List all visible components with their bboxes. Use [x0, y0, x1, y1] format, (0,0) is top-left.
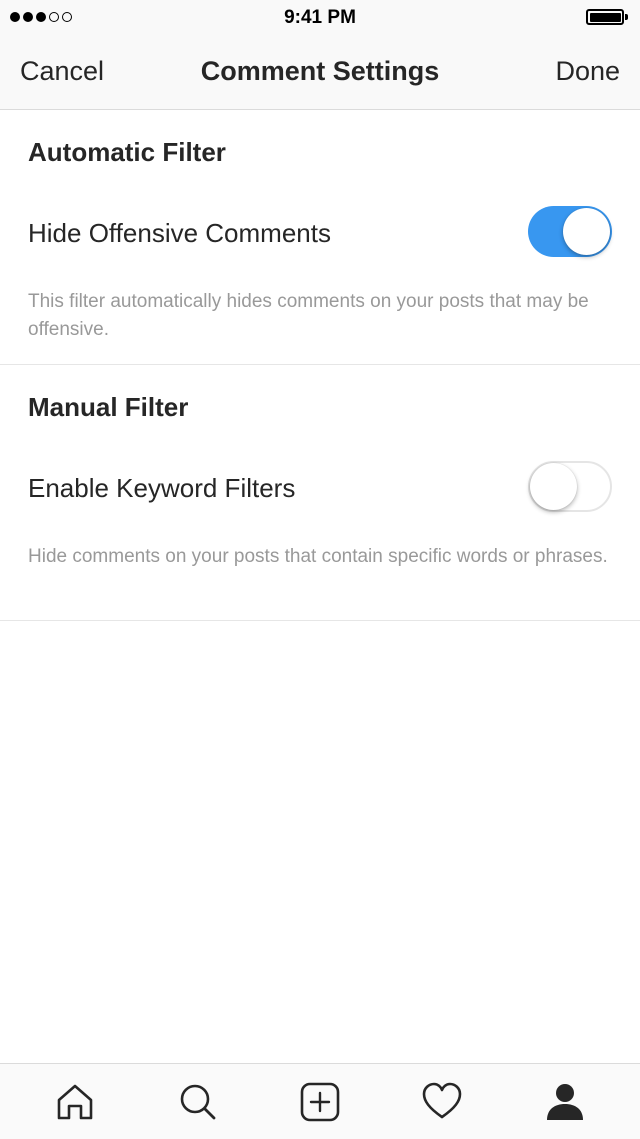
- navigation-bar: Cancel Comment Settings Done: [0, 36, 640, 110]
- toggle-knob: [563, 208, 610, 255]
- profile-icon: [546, 1083, 583, 1120]
- heart-icon: [423, 1082, 462, 1118]
- automatic-filter-section: Automatic Filter Hide Offensive Comments…: [0, 110, 640, 365]
- search-icon: [180, 1084, 215, 1119]
- automatic-filter-description: This filter automatically hides comments…: [28, 291, 589, 340]
- manual-filter-section: Manual Filter Enable Keyword Filters Hid…: [0, 365, 640, 621]
- manual-filter-description: Hide comments on your posts that contain…: [28, 546, 608, 567]
- enable-keyword-filters-label: Enable Keyword Filters: [28, 473, 296, 503]
- done-button[interactable]: Done: [555, 56, 620, 87]
- enable-keyword-filters-toggle[interactable]: [528, 461, 612, 512]
- status-time: 9:41 PM: [284, 7, 356, 28]
- cancel-button[interactable]: Cancel: [20, 56, 104, 87]
- section-title-manual-filter: Manual Filter: [28, 392, 189, 422]
- add-post-icon: [300, 1082, 340, 1121]
- hide-offensive-comments-label: Hide Offensive Comments: [28, 218, 331, 248]
- hide-offensive-comments-toggle[interactable]: [528, 206, 612, 257]
- tab-activity[interactable]: [402, 1072, 482, 1132]
- tab-bar: [0, 1063, 640, 1139]
- status-bar: 9:41 PM: [0, 0, 640, 36]
- toggle-knob: [530, 463, 577, 510]
- home-icon: [57, 1084, 93, 1119]
- tab-home[interactable]: [35, 1072, 115, 1132]
- battery-icon: [586, 9, 628, 25]
- tab-add-post[interactable]: [280, 1072, 360, 1132]
- section-title-automatic-filter: Automatic Filter: [28, 137, 226, 167]
- tab-search[interactable]: [158, 1072, 238, 1132]
- tab-profile[interactable]: [525, 1072, 605, 1132]
